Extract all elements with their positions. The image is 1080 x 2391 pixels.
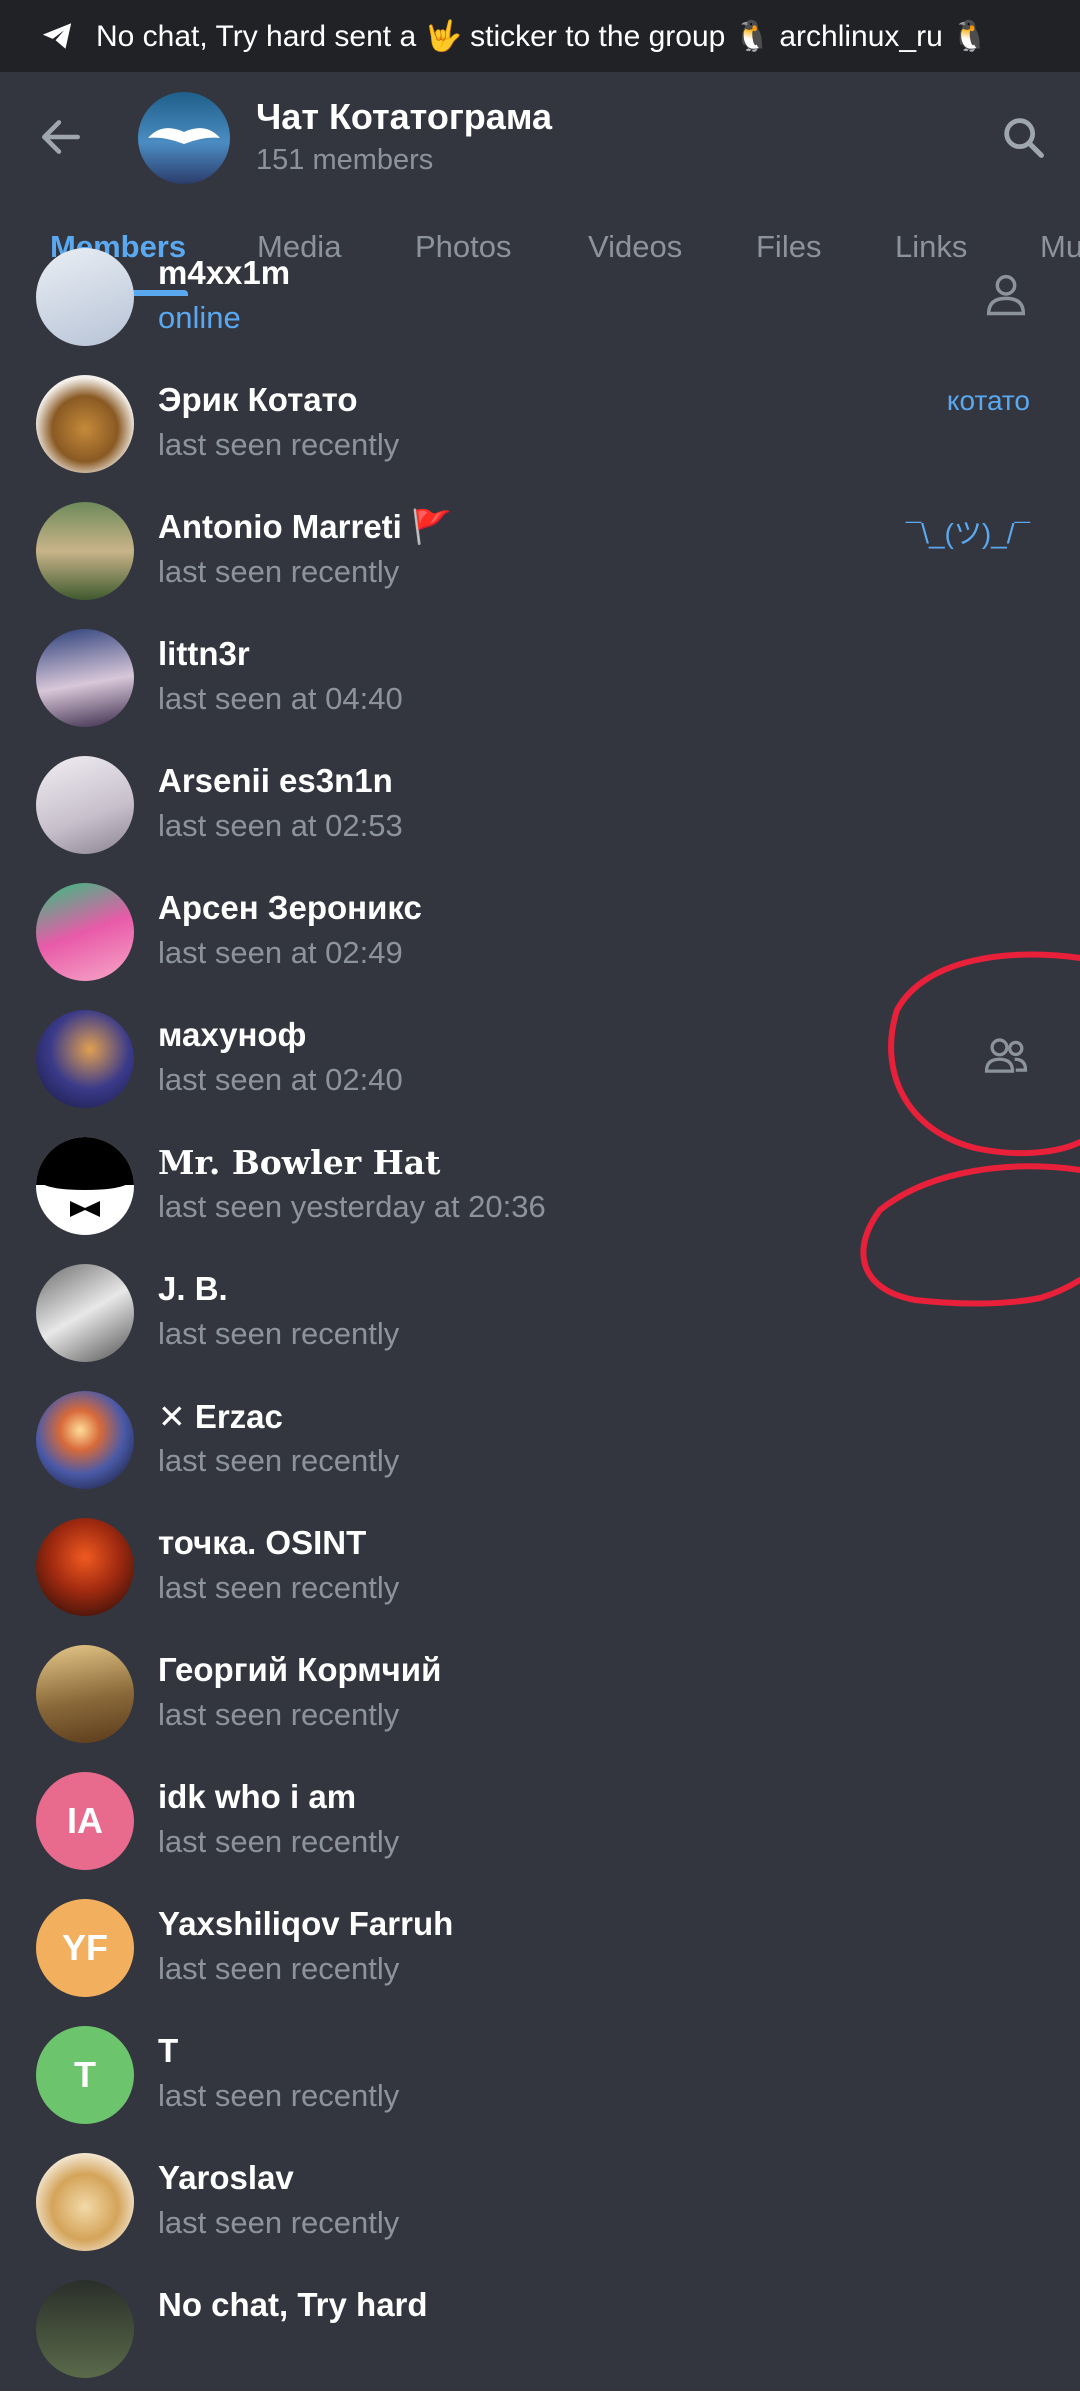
avatar [36, 1137, 134, 1235]
telegram-icon [42, 23, 72, 49]
member-status: last seen recently [158, 554, 400, 589]
member-row[interactable]: махуноф last seen at 02:40 [0, 994, 1080, 1121]
member-row[interactable]: T T last seen recently [0, 2010, 1080, 2137]
group-avatar[interactable] [138, 92, 230, 184]
member-name: точка. OSINT [158, 1524, 367, 1561]
member-status: last seen at 02:40 [158, 1062, 403, 1097]
notification-text: No chat, Try hard sent a 🤟 sticker to th… [96, 19, 989, 53]
member-row[interactable]: m4xx1m online [0, 232, 1080, 359]
member-status: last seen recently [158, 2205, 400, 2240]
avatar [36, 1391, 134, 1489]
member-row[interactable]: Mr. Bowler Hat last seen yesterday at 20… [0, 1121, 1080, 1248]
member-status: last seen recently [158, 1570, 400, 1605]
member-status: last seen recently [158, 427, 400, 462]
member-name: Yaroslav [158, 2159, 294, 2196]
member-status: last seen at 02:49 [158, 935, 403, 970]
member-name: Mr. Bowler Hat [158, 1143, 441, 1182]
avatar [36, 502, 134, 600]
member-name: T [158, 2032, 179, 2069]
avatar: T [36, 2026, 134, 2124]
member-status: last seen recently [158, 1443, 400, 1478]
member-status: last seen recently [158, 1697, 400, 1732]
member-row[interactable]: J. B. last seen recently [0, 1248, 1080, 1375]
member-name: J. B. [158, 1270, 228, 1307]
avatar [36, 248, 134, 346]
group-icon[interactable] [980, 1030, 1032, 1082]
member-role-badge: ¯\_(ツ)_/¯ [905, 518, 1030, 549]
member-row[interactable]: YF Yaxshiliqov Farruh last seen recently [0, 1883, 1080, 2010]
avatar [36, 1010, 134, 1108]
member-row[interactable]: точка. OSINT last seen recently [0, 1502, 1080, 1629]
mustache-icon [148, 128, 220, 144]
back-arrow-icon[interactable] [36, 112, 86, 162]
person-icon[interactable] [980, 268, 1032, 320]
member-name: Antonio Marreti 🚩 [158, 508, 453, 545]
member-row[interactable]: Арсен Зероникс last seen at 02:49 [0, 867, 1080, 994]
notification-bar[interactable]: No chat, Try hard sent a 🤟 sticker to th… [0, 0, 1080, 72]
member-status: last seen yesterday at 20:36 [158, 1189, 546, 1224]
member-name: Георгий Кормчий [158, 1651, 442, 1688]
avatar [36, 2280, 134, 2378]
member-name: ✕ Erzac [158, 1398, 283, 1435]
avatar: YF [36, 1899, 134, 1997]
member-status: last seen at 02:53 [158, 808, 403, 843]
member-row[interactable]: IA idk who i am last seen recently [0, 1756, 1080, 1883]
avatar [36, 883, 134, 981]
member-status: last seen recently [158, 1951, 400, 1986]
chat-title: Чат Котатограма [256, 96, 552, 137]
member-name: idk who i am [158, 1778, 357, 1815]
member-status: last seen at 04:40 [158, 681, 403, 716]
member-row[interactable]: Arsenii es3n1n last seen at 02:53 [0, 740, 1080, 867]
member-name: Эрик Котато [158, 381, 358, 418]
member-status: last seen recently [158, 1824, 400, 1859]
member-row[interactable]: littn3r last seen at 04:40 [0, 613, 1080, 740]
member-status: last seen recently [158, 2078, 400, 2113]
avatar [36, 1264, 134, 1362]
member-count: 151 members [256, 144, 434, 176]
avatar [36, 1645, 134, 1743]
member-role-badge: котато [946, 385, 1030, 416]
member-row[interactable]: Георгий Кормчий last seen recently [0, 1629, 1080, 1756]
member-row[interactable]: Эрик Котато last seen recently котато [0, 359, 1080, 486]
search-icon[interactable] [998, 112, 1050, 164]
member-name: No chat, Try hard [158, 2286, 428, 2323]
avatar [36, 2153, 134, 2251]
member-row[interactable]: Yaroslav last seen recently [0, 2137, 1080, 2264]
member-name: m4xx1m [158, 254, 291, 291]
member-row[interactable]: ✕ Erzac last seen recently [0, 1375, 1080, 1502]
member-name: махуноф [158, 1016, 307, 1053]
avatar [36, 756, 134, 854]
avatar: IA [36, 1772, 134, 1870]
avatar [36, 629, 134, 727]
member-status: last seen recently [158, 1316, 400, 1351]
member-name: Yaxshiliqov Farruh [158, 1905, 454, 1942]
member-row[interactable]: No chat, Try hard [0, 2264, 1080, 2391]
avatar [36, 375, 134, 473]
avatar [36, 1518, 134, 1616]
bowler-hat-icon [36, 1137, 134, 1217]
member-status: online [158, 300, 241, 335]
member-name: littn3r [158, 635, 250, 672]
member-name: Arsenii es3n1n [158, 762, 393, 799]
member-name: Арсен Зероникс [158, 889, 422, 926]
member-row[interactable]: Antonio Marreti 🚩 last seen recently ¯\_… [0, 486, 1080, 613]
